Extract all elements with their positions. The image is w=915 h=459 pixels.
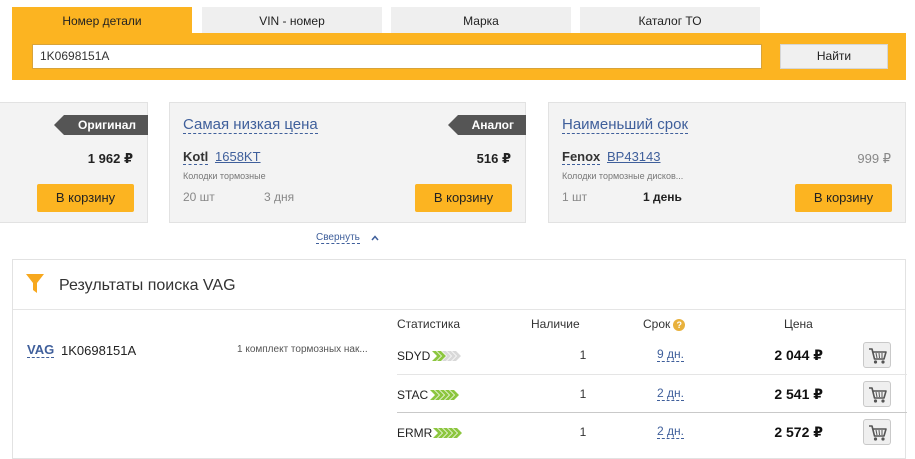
add-to-cart-button[interactable]: В корзину — [795, 184, 892, 212]
add-to-cart-button[interactable]: В корзину — [415, 184, 512, 212]
tab-part-number[interactable]: Номер детали — [12, 7, 192, 33]
offer-card-title[interactable]: Самая низкая цена — [183, 117, 318, 134]
row-price: 2 572 ₽ — [774, 424, 823, 440]
tab-brand[interactable]: Марка — [391, 7, 571, 33]
supplier-code: SDYD — [397, 349, 431, 363]
offer-quantity: 20 шт — [183, 190, 215, 204]
results-header: Результаты поиска VAG — [13, 260, 905, 310]
stock-quantity: 1 — [579, 387, 587, 401]
add-to-cart-button[interactable] — [863, 342, 891, 368]
offer-description: Колодки тормозные дисков... — [562, 171, 684, 181]
tab-maintenance-catalog[interactable]: Каталог ТО — [580, 7, 760, 33]
supplier-code: ERMR — [397, 426, 433, 440]
delivery-term[interactable]: 2 дн. — [657, 387, 684, 401]
table-row: SDYD 1 9 дн. 2 044 ₽ — [397, 336, 907, 374]
search-button[interactable]: Найти — [780, 44, 888, 69]
row-price: 2 044 ₽ — [774, 347, 823, 363]
offer-term: 1 день — [643, 190, 682, 204]
cart-icon — [869, 387, 887, 403]
collapse-link[interactable]: Свернуть — [316, 232, 360, 244]
search-results-panel: Результаты поиска VAG Статистика Наличие… — [12, 259, 907, 459]
result-article: 1K0698151A — [61, 343, 137, 358]
cart-icon — [869, 348, 887, 364]
original-badge: Оригинал — [54, 115, 148, 135]
rating-arrows-icon — [432, 351, 461, 361]
offer-card-original: Оригинал 1 962 ₽ В корзину — [0, 102, 148, 223]
table-row: ERMR 1 2 дн. 2 572 ₽ — [397, 412, 907, 450]
column-header-term-label: Срок — [643, 317, 671, 331]
chevron-up-icon[interactable] — [371, 234, 379, 242]
add-to-cart-button[interactable]: В корзину — [37, 184, 134, 212]
stock-quantity: 1 — [579, 348, 587, 362]
help-icon[interactable]: ? — [673, 319, 686, 331]
offer-brand[interactable]: Fenox — [562, 150, 601, 165]
analog-badge: Аналог — [447, 115, 526, 135]
cart-icon — [869, 425, 887, 441]
stock-quantity: 1 — [579, 425, 587, 439]
offer-brand[interactable]: Kotl — [183, 150, 209, 165]
offer-article-link[interactable]: BP43143 — [607, 150, 661, 164]
funnel-icon — [26, 274, 44, 293]
column-header-stats: Статистика — [397, 317, 461, 331]
offer-description: Колодки тормозные — [183, 171, 266, 181]
row-price: 2 541 ₽ — [774, 386, 823, 402]
result-description: 1 комплект тормозных нак... — [237, 344, 368, 355]
table-row: STAC 1 2 дн. 2 541 ₽ — [397, 374, 907, 412]
offer-price: 1 962 ₽ — [87, 151, 133, 166]
results-title: Результаты поиска VAG — [59, 277, 236, 294]
offer-card-lowest-price: Самая низкая цена Аналог Kotl 1658KT Кол… — [169, 102, 526, 223]
delivery-term[interactable]: 9 дн. — [657, 348, 684, 362]
rating-arrows-icon — [430, 390, 459, 400]
offer-term: 3 дня — [264, 190, 295, 204]
search-bar: 1K0698151A Найти — [12, 33, 906, 80]
supplier-code: STAC — [397, 388, 429, 402]
column-header-stock: Наличие — [531, 317, 580, 331]
add-to-cart-button[interactable] — [863, 419, 891, 445]
offer-price: 516 ₽ — [476, 151, 511, 166]
add-to-cart-button[interactable] — [863, 381, 891, 407]
offer-card-title[interactable]: Наименьший срок — [562, 117, 689, 134]
offer-price: 999 ₽ — [857, 151, 891, 166]
column-header-price: Цена — [784, 317, 813, 331]
offer-article-link[interactable]: 1658KT — [215, 150, 261, 164]
delivery-term[interactable]: 2 дн. — [657, 425, 684, 439]
rating-arrows-icon — [433, 428, 462, 438]
offer-card-fastest: Наименьший срок Fenox BP43143 Колодки то… — [548, 102, 906, 223]
search-input[interactable]: 1K0698151A — [32, 44, 762, 69]
tab-vin[interactable]: VIN - номер — [202, 7, 382, 33]
offer-quantity: 1 шт — [562, 190, 588, 204]
result-brand[interactable]: VAG — [27, 343, 55, 358]
column-header-term: Срок? — [643, 317, 686, 331]
